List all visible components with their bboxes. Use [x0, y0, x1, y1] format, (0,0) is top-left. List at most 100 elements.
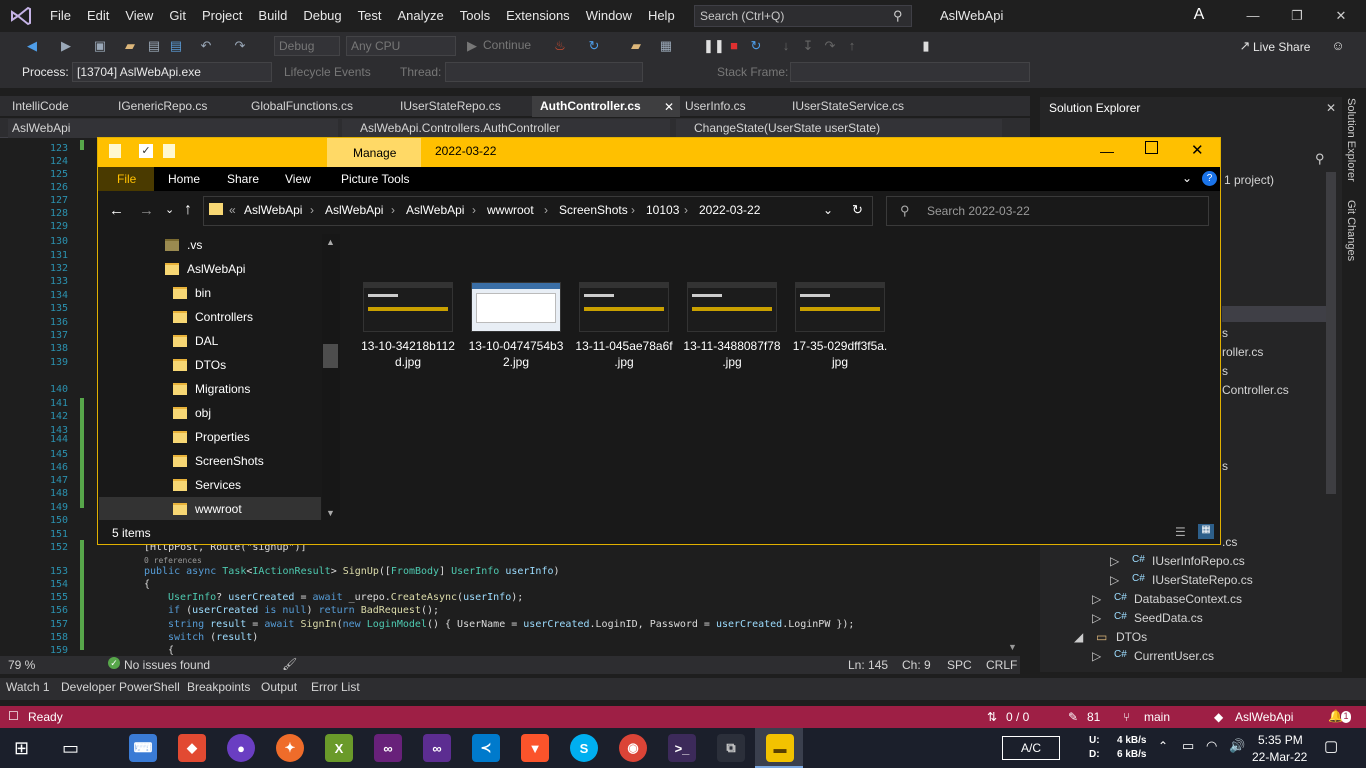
ribbon-tab-home[interactable]: Home	[158, 167, 210, 191]
tree-item-properties[interactable]: Properties	[173, 426, 250, 448]
lifecycle-events-button[interactable]: Lifecycle Events	[284, 65, 371, 79]
clock-date[interactable]: 22-Mar-22	[1252, 750, 1307, 764]
repo-name[interactable]: AslWebApi	[1235, 710, 1293, 724]
file-manager-icon[interactable]: ⌨	[129, 734, 157, 762]
menu-analyze[interactable]: Analyze	[389, 0, 451, 32]
refresh-icon[interactable]: ↻	[852, 202, 863, 218]
menu-file[interactable]: File	[42, 0, 79, 32]
tree-item-aslwebapi[interactable]: AslWebApi	[165, 258, 245, 280]
restore-icon[interactable]: ❐	[1277, 4, 1317, 28]
details-view-icon[interactable]: ☰	[1175, 525, 1186, 539]
branch-icon[interactable]: ⑂	[1123, 710, 1130, 724]
excel-icon[interactable]: X	[325, 734, 353, 762]
vscode-icon[interactable]: ≺	[472, 734, 500, 762]
tree-item-databasecontext[interactable]: DatabaseContext.cs	[1134, 592, 1242, 606]
file-thumbnail[interactable]	[795, 282, 885, 332]
tree-item-partial[interactable]: s	[1222, 364, 1228, 378]
process-select[interactable]: [13704] AslWebApi.exe	[72, 62, 272, 82]
visual-studio-alt-icon[interactable]: ∞	[423, 734, 451, 762]
collapse-icon[interactable]: ◢	[1074, 630, 1083, 644]
tree-item-partial[interactable]: s	[1222, 459, 1228, 473]
code-references[interactable]: 0 references	[144, 556, 202, 565]
breadcrumb-item[interactable]: AslWebApi	[406, 203, 464, 217]
continue-icon[interactable]: ▶	[464, 38, 480, 54]
undo-icon[interactable]: ↶	[198, 38, 214, 54]
tree-item-controllers[interactable]: Controllers	[173, 306, 253, 328]
tree-item-partial[interactable]: Controller.cs	[1222, 383, 1289, 397]
search-icon[interactable]: ⚲	[1315, 151, 1325, 167]
volume-icon[interactable]: 🔊	[1229, 738, 1245, 754]
menu-tools[interactable]: Tools	[452, 0, 498, 32]
ribbon-tab-view[interactable]: View	[275, 167, 321, 191]
save-icon[interactable]: ▤	[146, 38, 162, 54]
tab-developer-powershell[interactable]: Developer PowerShell	[61, 680, 180, 694]
forward-icon[interactable]: ▶	[58, 38, 74, 54]
brush-icon[interactable]: 🖌	[282, 657, 297, 671]
visual-studio-icon[interactable]: ∞	[374, 734, 402, 762]
pause-icon[interactable]: ❚❚	[703, 38, 725, 54]
tab-error-list[interactable]: Error List	[311, 680, 360, 694]
breadcrumb-separator-icon[interactable]: ›	[472, 203, 476, 217]
feedback-icon[interactable]: ☺	[1330, 38, 1346, 54]
tree-item-partial[interactable]: roller.cs	[1222, 345, 1263, 359]
menu-help[interactable]: Help	[640, 0, 683, 32]
continue-button[interactable]: Continue	[483, 38, 531, 52]
breadcrumb-item[interactable]: wwwroot	[487, 203, 534, 217]
expand-icon[interactable]: ▷	[1110, 554, 1119, 568]
menu-project[interactable]: Project	[194, 0, 250, 32]
ribbon-tab-file[interactable]: File	[107, 167, 146, 191]
tab-iuserstateservice[interactable]: IUserStateService.cs	[784, 96, 912, 117]
tab-iuserstaterepo[interactable]: IUserStateRepo.cs	[392, 96, 509, 117]
file-name[interactable]: 13-10-0474754b3 2.jpg	[462, 338, 570, 370]
file-explorer-icon[interactable]: ▬	[766, 734, 794, 762]
line-indicator[interactable]: Ln: 145	[848, 658, 888, 672]
back-icon[interactable]: ◀	[24, 38, 40, 54]
tree-item-obj[interactable]: obj	[173, 402, 211, 424]
configuration-select[interactable]: Debug	[274, 36, 340, 56]
tree-item-dtos[interactable]: DTOs	[173, 354, 226, 376]
minimize-icon[interactable]: —	[1233, 4, 1273, 28]
scroll-down-icon[interactable]: ▼	[1008, 642, 1017, 652]
breadcrumb-separator-icon[interactable]: ›	[631, 203, 635, 217]
notification-center-icon[interactable]: ▢	[1324, 737, 1338, 755]
address-bar[interactable]	[203, 196, 873, 226]
tree-item-vs[interactable]: .vs	[165, 234, 202, 256]
breadcrumb-separator-icon[interactable]: ›	[391, 203, 395, 217]
tree-item-migrations[interactable]: Migrations	[173, 378, 250, 400]
start-icon[interactable]: ⊞	[14, 738, 29, 759]
tree-item-dtos[interactable]: DTOs	[1116, 630, 1147, 644]
breadcrumb-item[interactable]: ScreenShots	[559, 203, 628, 217]
menu-debug[interactable]: Debug	[295, 0, 349, 32]
line-ending-indicator[interactable]: CRLF	[986, 658, 1017, 672]
back-icon[interactable]: ←	[109, 202, 124, 219]
file-thumbnail[interactable]	[579, 282, 669, 332]
bookmark-icon[interactable]: ▮	[918, 38, 934, 54]
minimize-icon[interactable]: —	[1100, 143, 1114, 159]
nav-pane-scrollbar[interactable]	[322, 234, 340, 520]
menu-edit[interactable]: Edit	[79, 0, 117, 32]
wifi-icon[interactable]: ◠	[1206, 738, 1217, 754]
tab-output[interactable]: Output	[261, 680, 297, 694]
issues-status[interactable]: No issues found	[124, 658, 210, 672]
new-project-icon[interactable]: ▣	[92, 38, 108, 54]
tree-item-bin[interactable]: bin	[173, 282, 211, 304]
sync-icon[interactable]: ⇅	[987, 710, 997, 724]
clock-time[interactable]: 5:35 PM	[1258, 733, 1303, 747]
step-back-icon[interactable]: ↑	[844, 38, 860, 54]
live-share-icon[interactable]: ↗	[1237, 38, 1253, 54]
file-name[interactable]: 13-11-3488087f78 .jpg	[678, 338, 786, 370]
hot-reload-icon[interactable]: ♨	[552, 38, 568, 54]
breadcrumb-item[interactable]: AslWebApi	[325, 203, 383, 217]
file-thumbnail[interactable]	[687, 282, 777, 332]
repo-icon[interactable]: ◆	[1214, 710, 1223, 724]
explorer-search-input[interactable]: Search 2022-03-22	[886, 196, 1209, 226]
nav-pane-scroll-thumb[interactable]	[323, 344, 338, 368]
task-view-icon[interactable]: ▭	[62, 738, 79, 759]
thread-select[interactable]	[445, 62, 643, 82]
up-icon[interactable]: ↑	[184, 201, 192, 219]
tree-item-screenshots[interactable]: ScreenShots	[173, 450, 264, 472]
menu-build[interactable]: Build	[250, 0, 295, 32]
forward-icon[interactable]: →	[139, 202, 154, 219]
skype-icon[interactable]: S	[570, 734, 598, 762]
step-out-icon[interactable]: ↷	[822, 38, 838, 54]
